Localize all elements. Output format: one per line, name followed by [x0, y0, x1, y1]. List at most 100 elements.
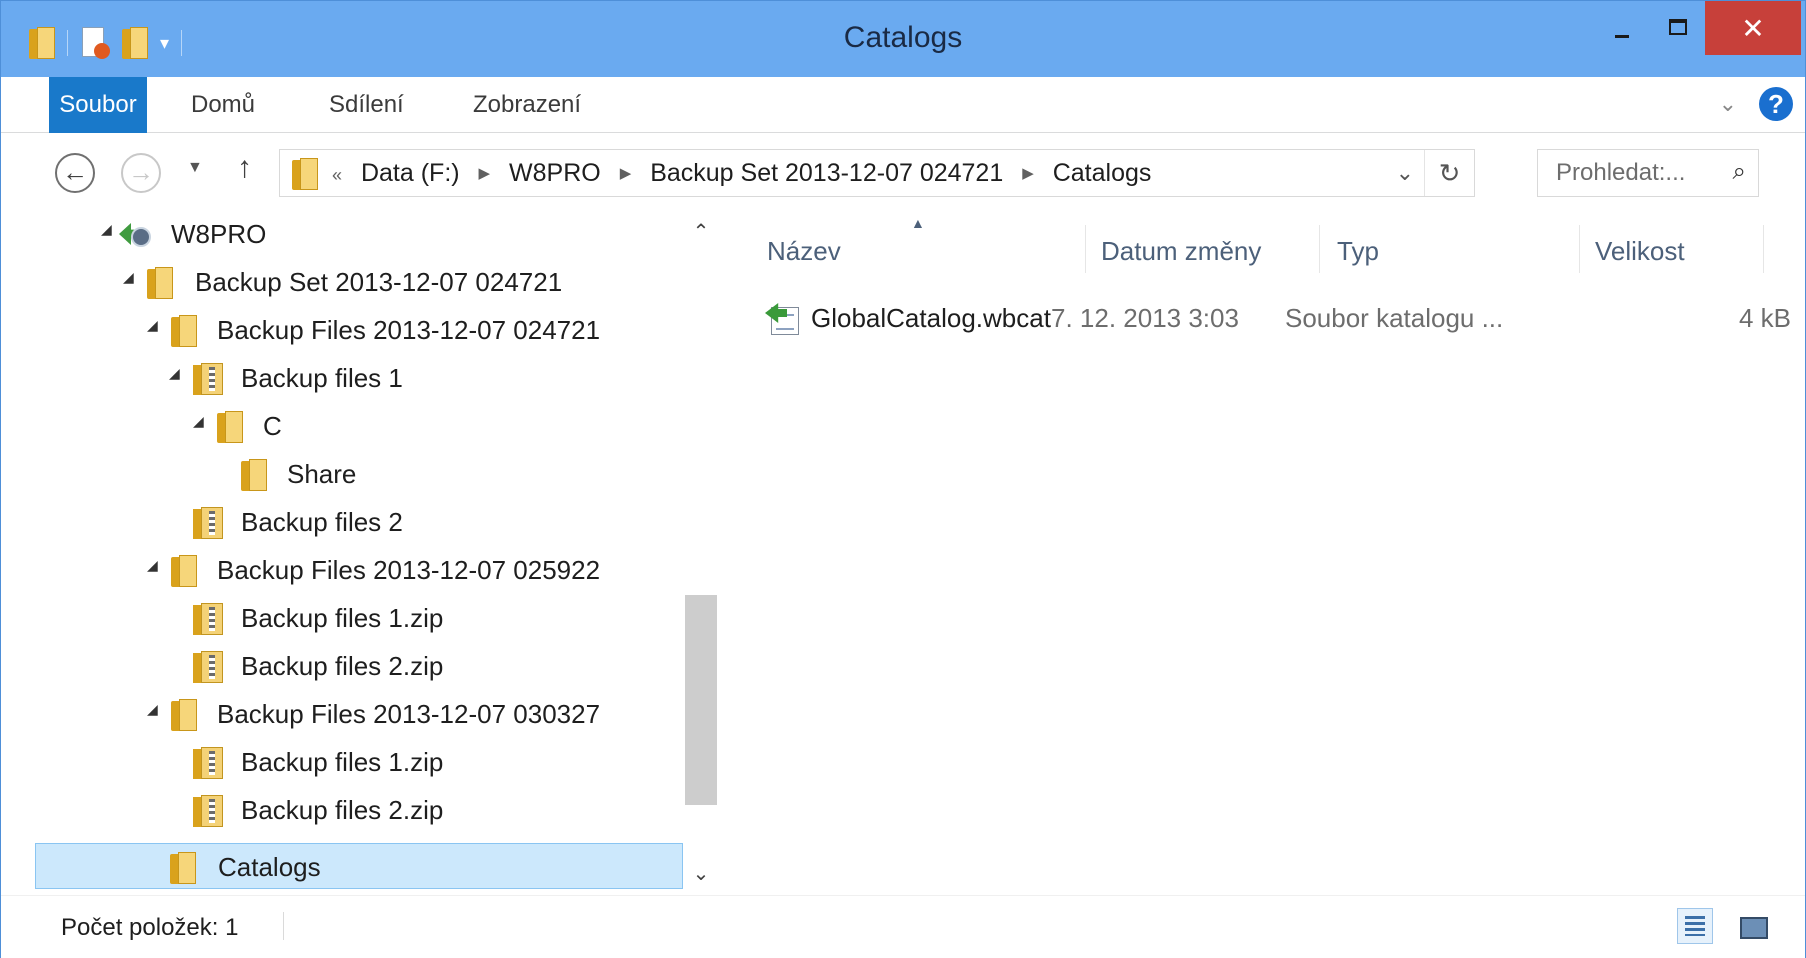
help-icon[interactable]: ?	[1759, 87, 1793, 121]
maximize-button[interactable]	[1649, 1, 1705, 55]
tab-share[interactable]: Sdílení	[329, 77, 404, 133]
tree-item[interactable]: ◢ W8PRO	[1, 211, 681, 257]
window-controls: ✕	[1593, 1, 1801, 55]
title-bar[interactable]: ▾ Catalogs ✕	[1, 1, 1805, 77]
ribbon-tabs: Soubor Domů Sdílení Zobrazení ⌄ ?	[1, 77, 1805, 133]
details-view-icon[interactable]	[1677, 908, 1713, 944]
minimize-button[interactable]	[1593, 1, 1649, 55]
address-bar[interactable]: « Data (F:) ▶ W8PRO ▶ Backup Set 2013-12…	[279, 149, 1475, 197]
minimize-icon	[1615, 35, 1629, 38]
search-input[interactable]	[1538, 150, 1718, 196]
tab-view[interactable]: Zobrazení	[473, 77, 581, 133]
folder-icon	[171, 699, 197, 731]
search-icon[interactable]: ⌕	[1733, 158, 1746, 186]
column-header-date[interactable]: Datum změny	[1101, 227, 1261, 275]
tree-item[interactable]: ◢ Backup files 1	[1, 355, 681, 401]
folder-icon	[171, 315, 197, 347]
folder-icon	[241, 459, 267, 491]
up-one-level-icon[interactable]: ↑	[237, 151, 252, 185]
breadcrumb-overflow[interactable]: «	[332, 165, 354, 185]
tree-scrollbar[interactable]: ⌃ ⌄	[685, 211, 717, 895]
tree-item[interactable]: ◢ Backup Files 2013-12-07 025922	[1, 547, 681, 593]
tab-file[interactable]: Soubor	[49, 77, 147, 133]
tree-item-selected[interactable]: Catalogs	[35, 843, 683, 889]
tree-item-label: W8PRO	[171, 219, 267, 249]
breadcrumb-separator-icon[interactable]: ▶	[608, 165, 644, 182]
tree-item-label: C	[263, 411, 282, 441]
file-list: ▲ Název Datum změny Typ Velikost GlobalC…	[717, 211, 1805, 895]
folder-icon	[292, 158, 318, 190]
search-box[interactable]: ⌕	[1537, 149, 1759, 197]
zip-folder-icon	[193, 603, 223, 635]
scroll-up-icon[interactable]: ⌃	[685, 219, 717, 247]
column-divider[interactable]	[1319, 225, 1320, 273]
tree-item[interactable]: ◢ Backup Files 2013-12-07 030327	[1, 691, 681, 737]
tree-item-label: Backup Files 2013-12-07 024721	[217, 315, 601, 345]
scrollbar-thumb[interactable]	[685, 595, 717, 805]
close-icon: ✕	[1741, 13, 1765, 44]
tree-item[interactable]: Backup files 2	[1, 499, 681, 545]
collapse-arrow-icon[interactable]: ◢	[169, 365, 180, 382]
column-header-name[interactable]: Název	[767, 227, 841, 275]
forward-arrow-icon: →	[128, 157, 154, 187]
scroll-down-icon[interactable]: ⌄	[685, 861, 717, 889]
breadcrumb-item[interactable]: Catalogs	[1053, 159, 1152, 187]
tree-item-label: Backup files 1.zip	[241, 603, 444, 633]
navigation-tree: ◢ W8PRO ◢ Backup Set 2013-12-07 024721 ◢…	[1, 211, 717, 895]
breadcrumb-separator-icon[interactable]: ▶	[1010, 165, 1046, 182]
tree-item[interactable]: Share	[1, 451, 681, 497]
refresh-icon: ↻	[1438, 158, 1461, 188]
tree-item[interactable]: Backup files 1.zip	[1, 595, 681, 641]
tree-item[interactable]: ◢ Backup Set 2013-12-07 024721	[1, 259, 681, 305]
recent-locations-dropdown-icon[interactable]: ▼	[187, 159, 203, 177]
zip-folder-icon	[193, 651, 223, 683]
large-icons-view-icon[interactable]	[1733, 908, 1769, 944]
collapse-arrow-icon[interactable]: ◢	[193, 413, 204, 430]
tab-home[interactable]: Domů	[191, 77, 255, 133]
status-separator	[283, 912, 284, 940]
column-divider[interactable]	[1579, 225, 1580, 273]
tree-item[interactable]: Backup files 1.zip	[1, 739, 681, 785]
breadcrumb-item[interactable]: Backup Set 2013-12-07 024721	[650, 159, 1003, 187]
breadcrumb-separator-icon[interactable]: ▶	[467, 165, 503, 182]
maximize-icon	[1669, 19, 1687, 35]
zip-folder-icon	[193, 363, 223, 395]
backup-catalog-icon	[765, 303, 801, 335]
tree-item[interactable]: Backup files 2.zip	[1, 643, 681, 689]
column-divider[interactable]	[1085, 225, 1086, 273]
computer-backup-icon	[119, 219, 153, 249]
folder-icon	[170, 852, 196, 884]
file-row[interactable]: GlobalCatalog.wbcat 7. 12. 2013 3:03 Sou…	[765, 295, 1795, 341]
column-header-size[interactable]: Velikost	[1595, 227, 1685, 275]
collapse-arrow-icon[interactable]: ◢	[147, 317, 158, 334]
tree-item-label: Share	[287, 459, 357, 489]
column-header-type[interactable]: Typ	[1337, 227, 1379, 275]
close-button[interactable]: ✕	[1705, 1, 1801, 55]
forward-button[interactable]: →	[121, 153, 161, 193]
explorer-window: ▾ Catalogs ✕ Soubor Domů Sdílení Zobraze…	[0, 0, 1806, 958]
tree-item-label: Backup files 2	[241, 507, 403, 537]
folder-icon	[217, 411, 243, 443]
collapse-arrow-icon[interactable]: ◢	[123, 269, 134, 286]
tree-item-label: Backup Set 2013-12-07 024721	[195, 267, 563, 297]
collapse-arrow-icon[interactable]: ◢	[147, 701, 158, 718]
column-divider[interactable]	[1763, 225, 1764, 273]
breadcrumb-item[interactable]: Data (F:)	[361, 159, 460, 187]
collapse-arrow-icon[interactable]: ◢	[147, 557, 158, 574]
refresh-button[interactable]: ↻	[1424, 150, 1474, 196]
expand-ribbon-icon[interactable]: ⌄	[1719, 91, 1737, 117]
address-dropdown-icon[interactable]: ⌄	[1396, 160, 1414, 186]
window-title: Catalogs	[843, 21, 963, 54]
breadcrumb: « Data (F:) ▶ W8PRO ▶ Backup Set 2013-12…	[332, 159, 1151, 188]
tree-item[interactable]: ◢ Backup Files 2013-12-07 024721	[1, 307, 681, 353]
file-type: Soubor katalogu ...	[1285, 303, 1504, 333]
back-button[interactable]: ←	[55, 153, 95, 193]
tree-item[interactable]: ◢ C	[1, 403, 681, 449]
folder-icon	[147, 267, 173, 299]
breadcrumb-item[interactable]: W8PRO	[509, 159, 601, 187]
file-date: 7. 12. 2013 3:03	[1051, 303, 1239, 333]
tree-item-label: Backup files 1.zip	[241, 747, 444, 777]
zip-folder-icon	[193, 507, 223, 539]
collapse-arrow-icon[interactable]: ◢	[101, 221, 112, 238]
tree-item[interactable]: Backup files 2.zip	[1, 787, 681, 833]
